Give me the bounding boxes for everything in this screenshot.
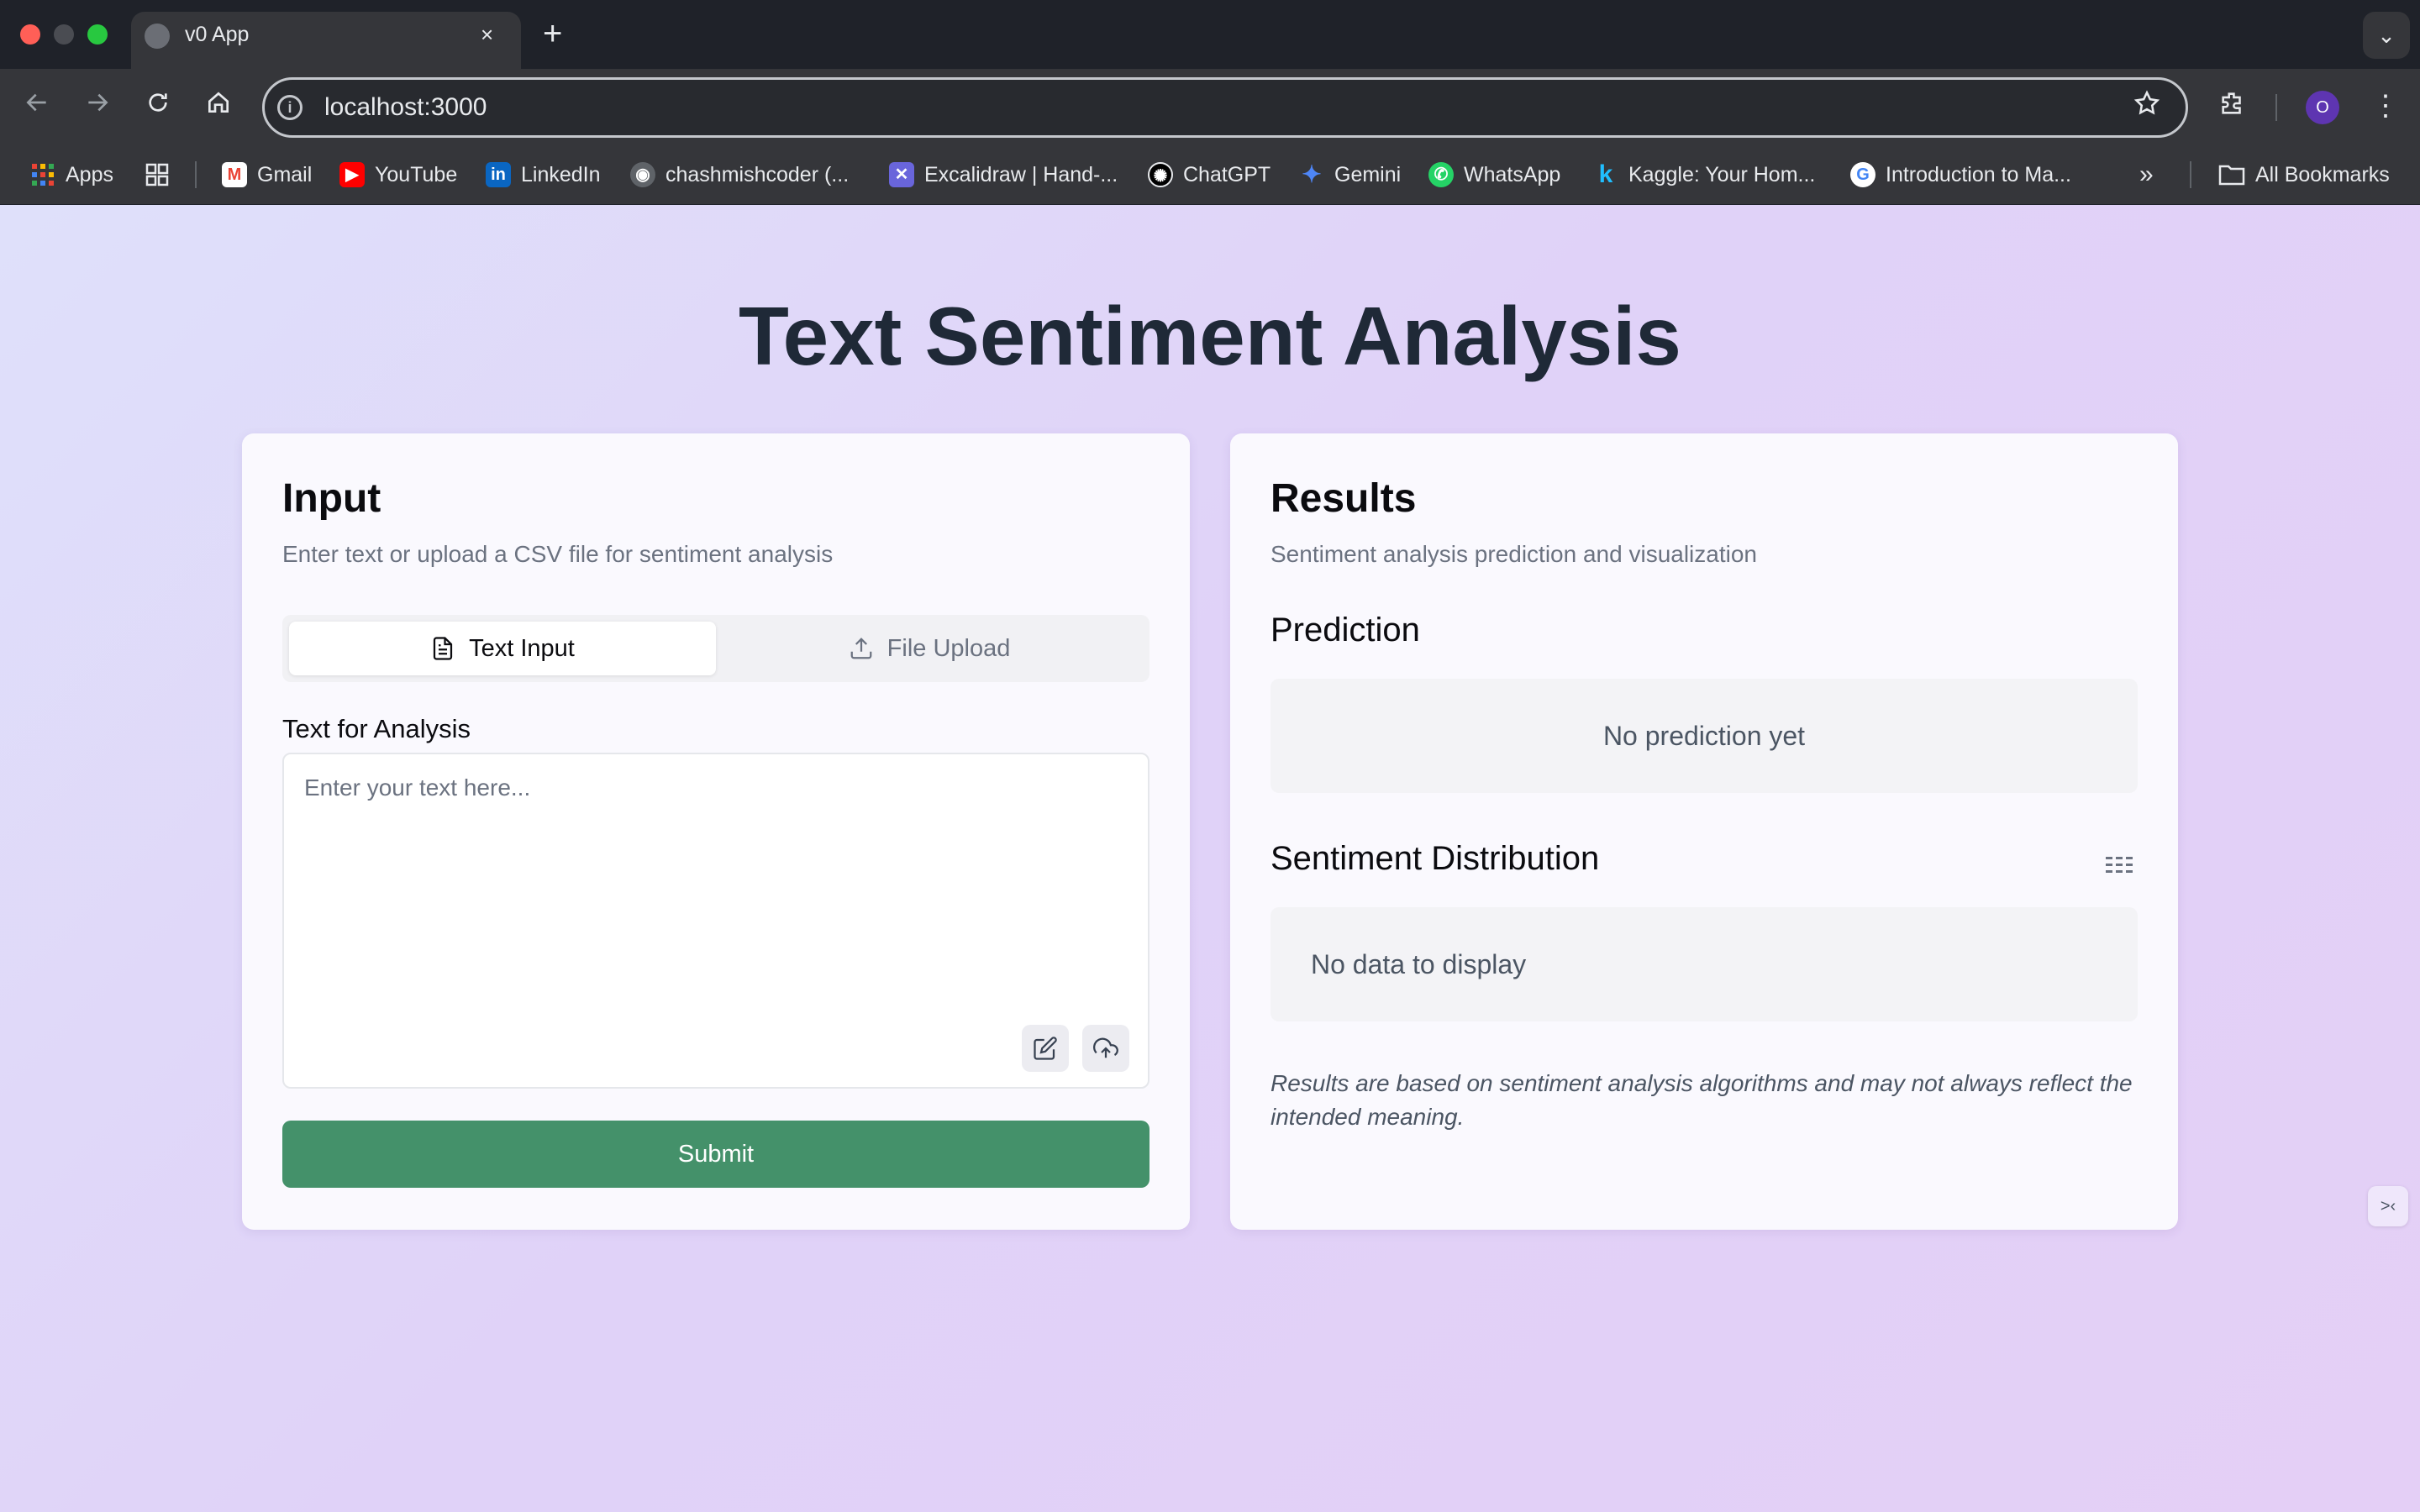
bookmark-label: ChatGPT: [1183, 162, 1271, 186]
bookmark-divider: [195, 161, 197, 188]
input-mode-tabs: Text Input File Upload: [282, 615, 1150, 682]
apps-grid-icon: [32, 164, 54, 186]
globe-icon: [145, 24, 170, 49]
bookmark-whatsapp[interactable]: ✆ WhatsApp: [1428, 160, 1560, 190]
tab-text-input-label: Text Input: [469, 634, 575, 662]
gmail-icon: M: [222, 162, 247, 187]
gemini-icon: ✦: [1302, 161, 1322, 187]
bookmark-label: Kaggle: Your Hom...: [1628, 162, 1816, 186]
edit-button[interactable]: [1022, 1025, 1069, 1072]
back-icon[interactable]: [20, 89, 54, 123]
maximize-window-button[interactable]: [87, 24, 108, 45]
document-icon: [434, 637, 453, 660]
minimize-window-button[interactable]: [54, 24, 74, 45]
star-icon[interactable]: [2133, 89, 2161, 124]
extensions-icon[interactable]: [2218, 89, 2247, 125]
home-icon[interactable]: [202, 89, 235, 123]
bookmark-github[interactable]: ◉ chashmishcoder (...: [630, 160, 849, 190]
results-card-subtitle: Sentiment analysis prediction and visual…: [1270, 541, 1757, 567]
distribution-empty-text: No data to display: [1311, 949, 1527, 979]
all-bookmarks-button[interactable]: All Bookmarks: [2218, 160, 2390, 190]
edit-icon: [1034, 1037, 1057, 1060]
bookmark-label: Gemini: [1334, 162, 1402, 186]
bookmark-apps[interactable]: Apps: [30, 160, 113, 190]
v0-toolbar-toggle-icon[interactable]: >‹: [2368, 1186, 2408, 1226]
bookmark-youtube[interactable]: ▶ YouTube: [339, 160, 457, 190]
bookmark-chatgpt[interactable]: ✺ ChatGPT: [1148, 160, 1270, 190]
textarea-placeholder: Enter your text here...: [304, 774, 531, 801]
tab-title: v0 App: [185, 23, 250, 46]
kaggle-icon: k: [1598, 160, 1613, 188]
bookmark-google[interactable]: G Introduction to Ma...: [1850, 160, 2071, 190]
folder-icon: [2218, 165, 2245, 186]
whatsapp-icon: ✆: [1428, 162, 1454, 187]
all-bookmarks-label: All Bookmarks: [2255, 162, 2390, 186]
close-tab-icon[interactable]: ×: [481, 22, 493, 47]
bookmark-label: LinkedIn: [521, 162, 601, 186]
youtube-icon: ▶: [339, 162, 365, 187]
url-text[interactable]: localhost:3000: [324, 92, 487, 123]
bookmark-kaggle[interactable]: k Kaggle: Your Hom...: [1593, 160, 1816, 190]
distribution-heading: Sentiment Distribution: [1270, 840, 1600, 877]
analysis-textarea[interactable]: [282, 753, 1150, 1089]
address-bar[interactable]: [262, 77, 2188, 138]
prediction-empty-text: No prediction yet: [1602, 721, 1806, 751]
input-card-title: Input: [282, 476, 381, 521]
forward-icon[interactable]: [81, 89, 114, 123]
page-title: Text Sentiment Analysis: [739, 290, 1681, 382]
excalidraw-icon: ✕: [889, 162, 914, 187]
bookmark-excalidraw[interactable]: ✕ Excalidraw | Hand-...: [889, 160, 1118, 190]
reload-icon[interactable]: [141, 89, 175, 123]
tab-file-upload[interactable]: File Upload: [716, 622, 1143, 675]
github-icon: ◉: [630, 162, 655, 187]
bookmark-label: Introduction to Ma...: [1886, 162, 2071, 186]
bookmark-label: Apps: [66, 162, 113, 186]
tab-search-button[interactable]: ⌄: [2363, 12, 2410, 59]
results-card: Results Sentiment analysis prediction an…: [1230, 433, 2178, 1230]
upload-icon: [850, 638, 872, 659]
toolbar-divider: [2275, 94, 2277, 121]
chatgpt-icon: ✺: [1148, 162, 1173, 187]
tab-file-upload-label: File Upload: [886, 634, 1011, 662]
new-tab-button[interactable]: +: [543, 17, 562, 50]
bookmark-label: YouTube: [375, 162, 458, 186]
bookmark-gmail[interactable]: M Gmail: [222, 160, 312, 190]
tab-groups-icon[interactable]: [145, 160, 170, 190]
tab-text-input[interactable]: Text Input: [289, 622, 716, 675]
bookmark-divider: [2190, 161, 2191, 188]
results-disclaimer: Results are based on sentiment analysis …: [1270, 1070, 2133, 1130]
cloud-upload-icon: [1093, 1037, 1118, 1058]
text-field-label: Text for Analysis: [282, 714, 471, 743]
overflow-chevron-icon: »: [2139, 160, 2154, 188]
bookmark-label: WhatsApp: [1464, 162, 1561, 186]
cloud-upload-button[interactable]: [1082, 1025, 1129, 1072]
linkedin-icon: in: [486, 162, 511, 187]
prediction-heading: Prediction: [1270, 612, 1420, 648]
bookmark-linkedin[interactable]: in LinkedIn: [486, 160, 601, 190]
google-icon: G: [1850, 162, 1876, 187]
input-card-subtitle: Enter text or upload a CSV file for sent…: [282, 541, 834, 567]
close-window-button[interactable]: [20, 24, 40, 45]
submit-button[interactable]: Submit: [282, 1121, 1150, 1188]
bookmark-label: Excalidraw | Hand-...: [924, 162, 1118, 186]
profile-avatar[interactable]: O: [2306, 91, 2339, 124]
bookmark-gemini[interactable]: ✦ Gemini: [1299, 160, 1401, 190]
results-card-title: Results: [1270, 476, 1417, 521]
chart-menu-icon[interactable]: [2104, 853, 2134, 877]
bookmarks-overflow-button[interactable]: »: [2139, 160, 2154, 190]
bookmark-label: Gmail: [257, 162, 313, 186]
app-page: Text Sentiment Analysis Input Enter text…: [0, 205, 2420, 1512]
site-info-icon[interactable]: i: [277, 95, 302, 120]
menu-icon[interactable]: ⋮: [2371, 87, 2400, 124]
input-card: Input Enter text or upload a CSV file fo…: [242, 433, 1190, 1230]
bookmark-label: chashmishcoder (...: [666, 162, 850, 186]
